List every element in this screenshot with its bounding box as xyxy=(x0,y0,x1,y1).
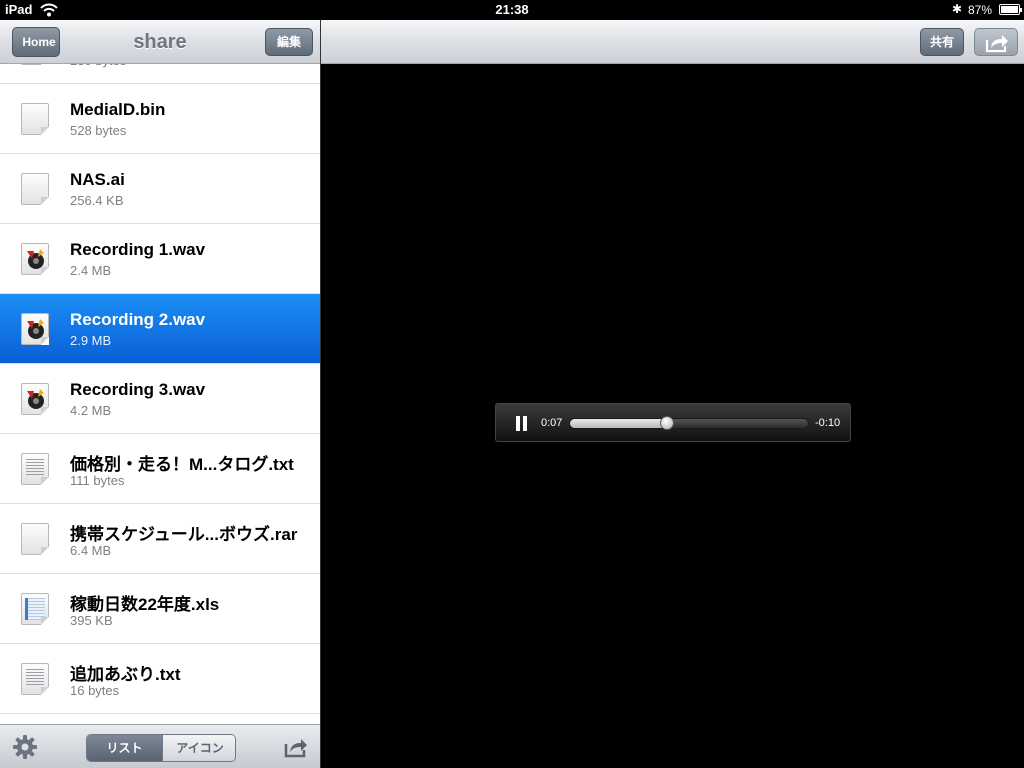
battery-percent: 87% xyxy=(968,3,993,17)
gear-icon[interactable] xyxy=(12,734,38,760)
file-name: MedialD.bin xyxy=(70,100,166,119)
spreadsheet-file-icon xyxy=(21,593,49,625)
clock: 21:38 xyxy=(495,2,529,17)
status-bar: iPad 21:38 ✱ 87% xyxy=(0,0,1024,20)
file-row[interactable]: 携帯スケジュール...ボウズ.rar 6.4 MB xyxy=(0,504,320,574)
battery-icon xyxy=(999,4,1022,15)
file-row[interactable]: 価格別・走る！M...タログ.txt 111 bytes xyxy=(0,434,320,504)
export-icon xyxy=(985,35,1008,53)
audio-file-icon xyxy=(21,243,49,275)
file-name: 価格別・走る！M...タログ.txt xyxy=(70,455,294,474)
file-browser-panel: Home share 編集 230 bytes MedialD.bin 528 by… xyxy=(0,20,320,768)
elapsed-time: 0:07 xyxy=(541,417,563,429)
view-mode-segmented-control: リスト アイコン xyxy=(86,734,236,762)
file-size: 4.2 MB xyxy=(70,403,112,418)
generic-file-icon xyxy=(21,103,49,135)
icon-view-segment[interactable]: アイコン xyxy=(162,735,235,761)
file-name: Recording 1.wav xyxy=(70,240,206,259)
file-size: 256.4 KB xyxy=(70,193,124,208)
file-name: 追加あぶり.txt xyxy=(70,665,181,684)
audio-file-icon xyxy=(21,313,49,345)
file-row[interactable]: Recording 3.wav 4.2 MB xyxy=(0,364,320,434)
export-button[interactable] xyxy=(974,28,1018,56)
generic-file-icon xyxy=(21,523,49,555)
file-name: Recording 2.wav xyxy=(70,310,206,329)
bottom-toolbar: リスト アイコン xyxy=(0,724,320,768)
file-size: 2.9 MB xyxy=(70,333,112,348)
edit-button[interactable]: 編集 xyxy=(265,28,313,56)
file-size: 230 bytes xyxy=(70,64,126,68)
file-size: 6.4 MB xyxy=(70,543,112,558)
file-list: 230 bytes MedialD.bin 528 bytes NAS.ai 256.4… xyxy=(0,64,320,724)
audio-file-icon xyxy=(21,383,49,415)
playback-scrubber[interactable] xyxy=(569,418,809,429)
text-file-icon xyxy=(21,64,49,65)
text-file-icon xyxy=(21,663,49,695)
pause-icon[interactable] xyxy=(516,416,528,431)
generic-file-icon xyxy=(21,173,49,205)
file-size: 528 bytes xyxy=(70,123,127,138)
file-row[interactable]: NAS.ai 256.4 KB xyxy=(0,154,320,224)
file-row[interactable]: MedialD.bin 528 bytes xyxy=(0,84,320,154)
list-view-segment[interactable]: リスト xyxy=(87,735,162,761)
bluetooth-icon: ✱ xyxy=(952,2,963,16)
file-name: 携帯スケジュール...ボウズ.rar xyxy=(70,525,298,544)
file-size: 395 KB xyxy=(70,613,113,628)
file-name: Recording 3.wav xyxy=(70,380,206,399)
file-row[interactable]: Recording 1.wav 2.4 MB xyxy=(0,224,320,294)
right-navigation-bar: 共有 xyxy=(321,20,1024,64)
file-row[interactable]: 230 bytes xyxy=(0,64,320,84)
file-size: 16 bytes xyxy=(70,683,120,698)
file-row[interactable]: Recording 2.wav 2.9 MB xyxy=(0,294,320,364)
left-navigation-bar: Home share 編集 xyxy=(0,20,320,64)
file-row[interactable]: 稼動日数22年度.xls 395 KB xyxy=(0,574,320,644)
remaining-time: -0:10 xyxy=(815,417,841,429)
file-row[interactable]: 追加あぶり.txt 16 bytes xyxy=(0,644,320,714)
file-name: NAS.ai xyxy=(70,170,125,189)
file-size: 111 bytes xyxy=(70,473,125,488)
text-file-icon xyxy=(21,453,49,485)
audio-player: 0:07 -0:10 xyxy=(495,403,851,442)
export-icon[interactable] xyxy=(284,736,308,758)
share-button[interactable]: 共有 xyxy=(920,28,964,56)
file-size: 2.4 MB xyxy=(70,263,112,278)
file-name: 稼動日数22年度.xls xyxy=(70,595,220,614)
